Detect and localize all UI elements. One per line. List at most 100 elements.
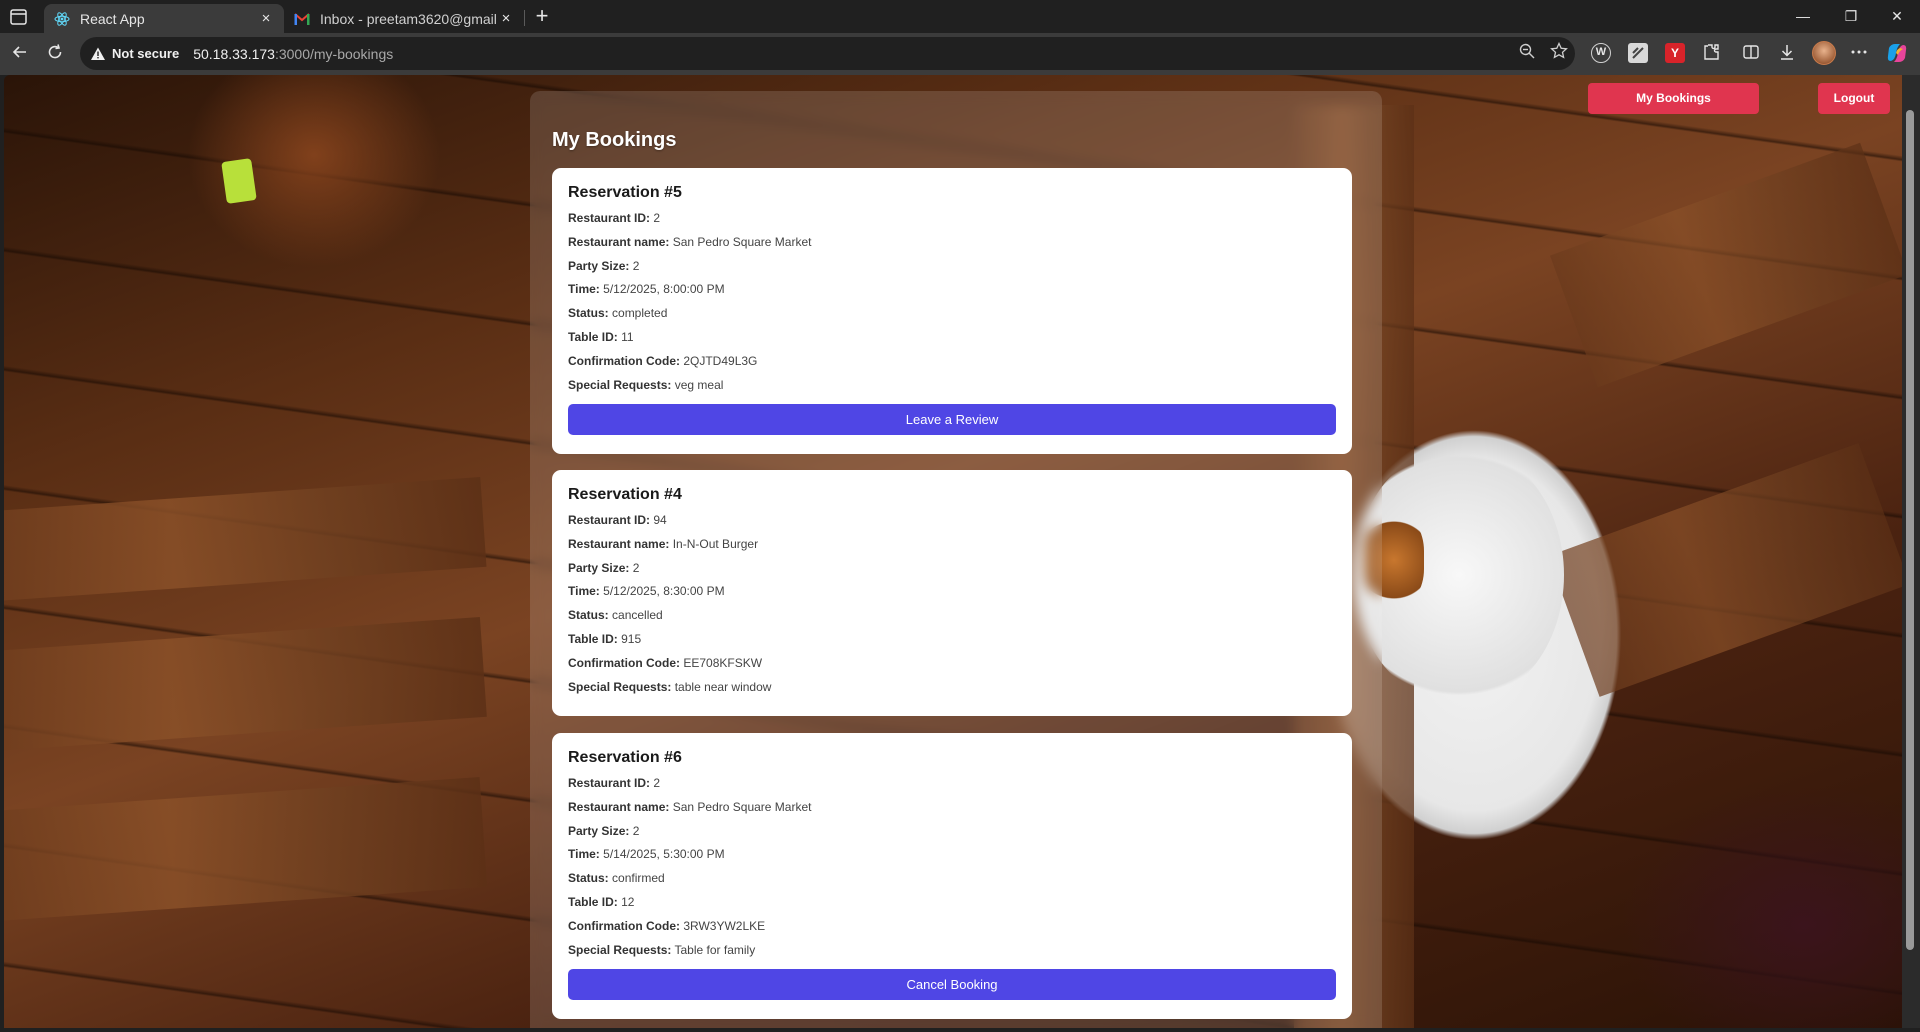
field-label: Restaurant ID:: [568, 776, 651, 790]
field-value: 5/12/2025, 8:30:00 PM: [603, 584, 725, 599]
field-label: Time:: [568, 282, 600, 297]
field-value: EE708KFSKW: [683, 655, 763, 670]
table-id-row: Table ID: 12: [568, 895, 1336, 919]
extension-w-icon[interactable]: W: [1591, 43, 1611, 63]
background-bag-tag: [221, 158, 257, 204]
field-label: Restaurant ID:: [568, 513, 651, 527]
status-row: Status: confirmed: [568, 871, 1336, 895]
field-label: Time:: [568, 584, 600, 599]
split-screen-icon[interactable]: [1740, 42, 1762, 64]
background-wood-plank: [1548, 443, 1902, 697]
field-label: Table ID:: [568, 631, 618, 646]
star-icon[interactable]: [1548, 41, 1570, 64]
field-label: Special Requests:: [568, 679, 672, 694]
tab-strip: React App × Inbox - preetam3620@gmail.co…: [0, 0, 1920, 33]
restaurant-name-row: Restaurant name: San Pedro Square Market: [568, 800, 1336, 824]
field-label: Restaurant name:: [568, 799, 670, 814]
extension-y-icon[interactable]: Y: [1665, 43, 1685, 63]
tab-title: React App: [80, 10, 145, 27]
field-value: 2: [632, 560, 640, 575]
field-label: Time:: [568, 847, 600, 862]
bookings-panel: My Bookings Reservation #5 Restaurant ID…: [530, 91, 1382, 1028]
field-label: Table ID:: [568, 894, 618, 909]
party-size-row: Party Size: 2: [568, 824, 1336, 848]
restore-button[interactable]: ❐: [1828, 0, 1874, 33]
party-size-row: Party Size: 2: [568, 561, 1336, 585]
field-label: Party Size:: [568, 258, 630, 273]
restaurant-id-row: Restaurant ID: 2: [568, 211, 1336, 235]
copilot-icon[interactable]: [1885, 41, 1909, 65]
field-value: 2: [632, 823, 640, 838]
logout-button[interactable]: Logout: [1818, 83, 1890, 114]
sidebar-toggle-icon[interactable]: [8, 7, 30, 27]
field-value: San Pedro Square Market: [672, 799, 812, 814]
field-value: 5/12/2025, 8:00:00 PM: [603, 282, 725, 297]
field-label: Confirmation Code:: [568, 918, 680, 933]
party-size-row: Party Size: 2: [568, 259, 1336, 283]
field-value: confirmed: [612, 871, 665, 886]
extensions-icon[interactable]: [1700, 42, 1722, 64]
field-label: Status:: [568, 871, 609, 886]
security-label[interactable]: Not secure: [112, 46, 179, 61]
field-value: 2: [653, 211, 661, 225]
field-label: Table ID:: [568, 329, 618, 344]
field-value: 2QJTD49L3G: [683, 353, 758, 368]
field-value: Table for family: [674, 942, 756, 957]
close-tab-icon[interactable]: ×: [258, 10, 274, 27]
download-icon[interactable]: [1776, 42, 1798, 64]
new-tab-button[interactable]: +: [530, 5, 554, 29]
url-host: 50.18.33.173: [193, 45, 275, 62]
field-value: 5/14/2025, 5:30:00 PM: [603, 847, 725, 862]
background-wood-plank: [1550, 142, 1902, 388]
gmail-icon: [294, 11, 310, 27]
warning-icon: [90, 46, 106, 62]
confirmation-code-row: Confirmation Code: EE708KFSKW: [568, 656, 1336, 680]
special-requests-row: Special Requests: Table for family: [568, 943, 1336, 967]
extension-notes-icon[interactable]: [1628, 43, 1648, 63]
confirmation-code-row: Confirmation Code: 3RW3YW2LKE: [568, 919, 1336, 943]
close-window-button[interactable]: ✕: [1874, 0, 1920, 33]
reservation-title: Reservation #5: [568, 184, 682, 201]
reload-icon[interactable]: [43, 42, 67, 66]
tab-react-app[interactable]: React App ×: [44, 4, 284, 33]
field-value: In-N-Out Burger: [672, 536, 759, 551]
table-id-row: Table ID: 915: [568, 632, 1336, 656]
close-tab-icon[interactable]: ×: [498, 10, 514, 27]
page-viewport: My Bookings Logout My Bookings Reservati…: [4, 75, 1902, 1028]
restaurant-name-row: Restaurant name: In-N-Out Burger: [568, 537, 1336, 561]
reservation-card: Reservation #4 Restaurant ID: 94 Restaur…: [552, 470, 1352, 716]
field-label: Status:: [568, 608, 609, 623]
field-label: Confirmation Code:: [568, 655, 680, 670]
background-wood-plank: [4, 616, 487, 754]
field-label: Party Size:: [568, 823, 630, 838]
browser-toolbar: Not secure 50.18.33.173:3000/my-bookings…: [0, 33, 1920, 75]
field-value: 3RW3YW2LKE: [683, 918, 766, 933]
time-row: Time: 5/12/2025, 8:00:00 PM: [568, 282, 1336, 306]
field-label: Restaurant name:: [568, 234, 670, 249]
special-requests-row: Special Requests: veg meal: [568, 378, 1336, 402]
back-icon[interactable]: [8, 42, 32, 66]
leave-review-button[interactable]: Leave a Review: [568, 404, 1336, 436]
more-icon[interactable]: [1848, 42, 1870, 64]
field-label: Restaurant name:: [568, 536, 670, 551]
minimize-button[interactable]: —: [1780, 0, 1826, 33]
restaurant-id-row: Restaurant ID: 2: [568, 776, 1336, 800]
field-value: cancelled: [612, 608, 663, 623]
cancel-booking-button[interactable]: Cancel Booking: [568, 969, 1336, 1001]
url-path: :3000/my-bookings: [274, 45, 394, 62]
window-bottom-edge: [0, 1028, 1920, 1032]
field-value: 11: [621, 329, 634, 344]
field-label: Special Requests:: [568, 942, 672, 957]
scrollbar-thumb[interactable]: [1906, 110, 1914, 950]
field-label: Restaurant ID:: [568, 211, 651, 225]
profile-avatar[interactable]: [1812, 41, 1836, 65]
field-value: 94: [653, 513, 667, 527]
reservation-card: Reservation #5 Restaurant ID: 2 Restaura…: [552, 168, 1352, 454]
time-row: Time: 5/14/2025, 5:30:00 PM: [568, 847, 1336, 871]
field-label: Party Size:: [568, 560, 630, 575]
background-wood-plank: [4, 776, 488, 924]
address-bar[interactable]: Not secure 50.18.33.173:3000/my-bookings: [80, 37, 1575, 70]
zoom-icon[interactable]: [1516, 42, 1538, 64]
my-bookings-button[interactable]: My Bookings: [1588, 83, 1759, 114]
tab-gmail-inbox[interactable]: Inbox - preetam3620@gmail.com ×: [284, 4, 524, 33]
